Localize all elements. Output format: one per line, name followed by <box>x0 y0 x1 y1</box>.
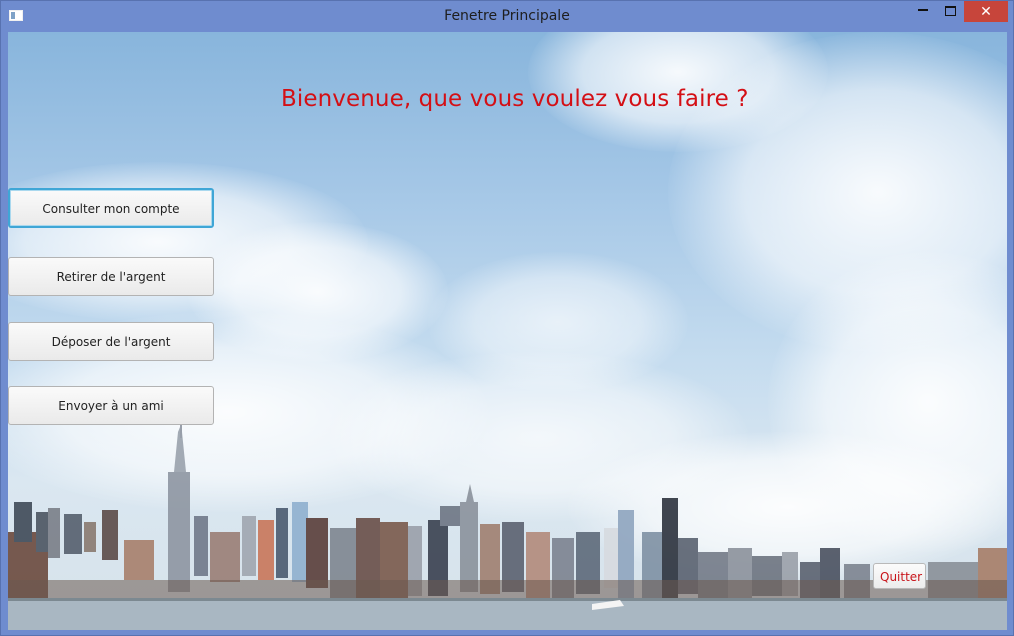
close-icon: ✕ <box>980 3 992 20</box>
main-panel: Bienvenue, que vous voulez vous faire ? … <box>8 32 1007 630</box>
maximize-button[interactable] <box>937 1 964 22</box>
quit-button[interactable]: Quitter <box>873 563 926 589</box>
window-title: Fenetre Principale <box>444 8 570 24</box>
maximize-icon <box>945 5 956 16</box>
minimize-icon <box>917 8 928 11</box>
send-to-friend-button[interactable]: Envoyer à un ami <box>8 386 214 425</box>
close-button[interactable]: ✕ <box>964 1 1008 22</box>
deposit-money-button[interactable]: Déposer de l'argent <box>8 322 214 361</box>
minimize-button[interactable] <box>909 1 936 22</box>
withdraw-money-button[interactable]: Retirer de l'argent <box>8 257 214 296</box>
consult-account-button[interactable]: Consulter mon compte <box>8 188 214 228</box>
app-window: Fenetre Principale ✕ Bienvenue, que vous… <box>0 0 1014 636</box>
title-bar[interactable]: Fenetre Principale ✕ <box>1 1 1013 32</box>
welcome-heading: Bienvenue, que vous voulez vous faire ? <box>281 86 749 112</box>
